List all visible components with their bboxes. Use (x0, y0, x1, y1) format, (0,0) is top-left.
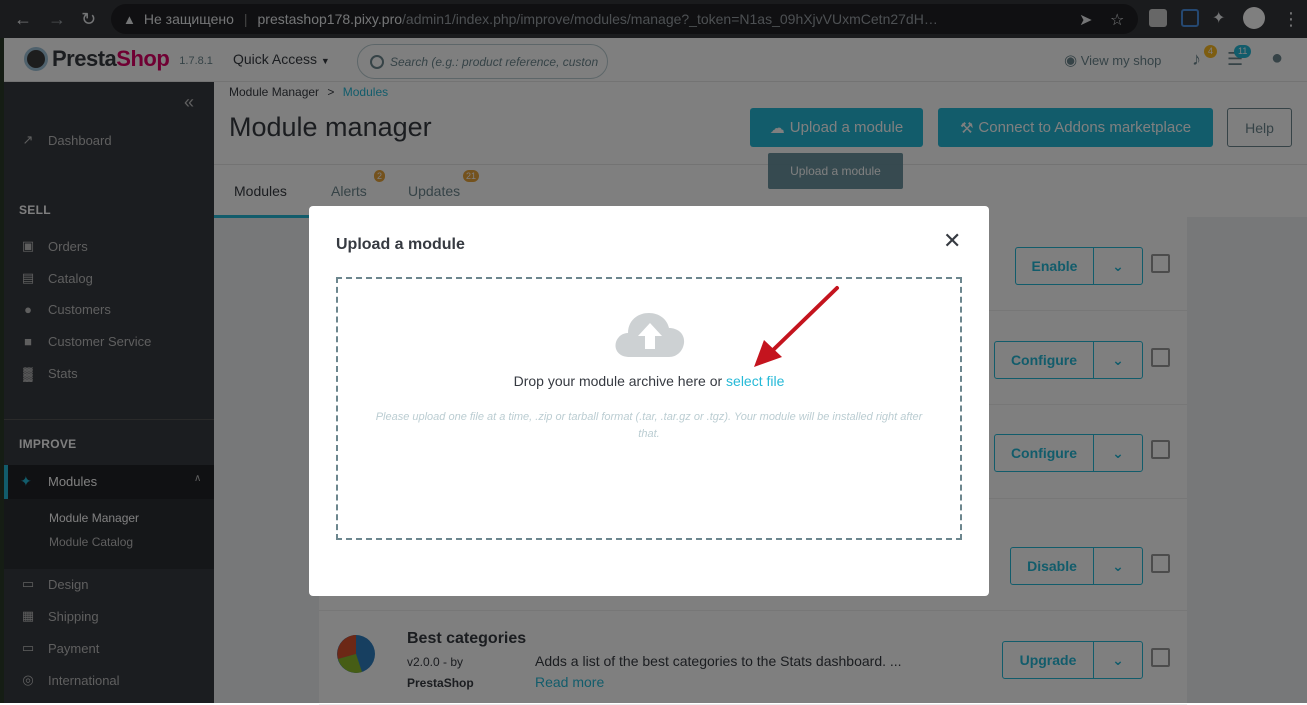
upload-hint: Please upload one file at a time, .zip o… (375, 411, 923, 440)
drop-text: Drop your module archive here or (513, 373, 727, 389)
upload-module-modal: Upload a module ✕ Drop your module archi… (309, 206, 989, 596)
modal-title: Upload a module (336, 236, 465, 253)
file-dropzone[interactable]: Drop your module archive here or select … (336, 277, 962, 540)
select-file-link[interactable]: select file (726, 373, 784, 389)
close-icon[interactable]: ✕ (943, 228, 961, 254)
red-arrow-icon (754, 286, 839, 367)
drop-instructions: Drop your module archive here or select … (338, 373, 960, 389)
cloud-upload-icon (615, 313, 685, 357)
